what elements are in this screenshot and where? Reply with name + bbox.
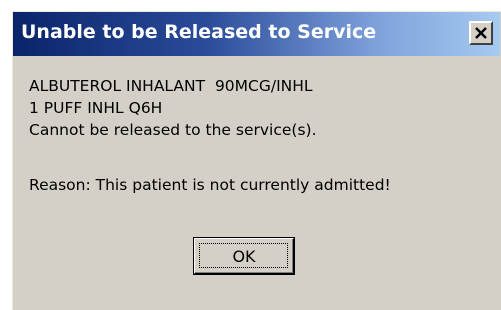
ok-button[interactable]: OK [194, 238, 294, 274]
close-button[interactable] [469, 21, 493, 45]
ok-button-label: OK [232, 246, 256, 266]
dialog-titlebar[interactable]: Unable to be Released to Service [13, 12, 500, 56]
dialog-window: Unable to be Released to Service ALBUTER… [12, 11, 501, 310]
message-status-line: Cannot be released to the service(s). [29, 121, 317, 139]
dialog-title: Unable to be Released to Service [21, 21, 377, 43]
message-dose-line: 1 PUFF INHL Q6H [29, 99, 163, 117]
message-reason-line: Reason: This patient is not currently ad… [29, 176, 391, 194]
message-drug-line: ALBUTEROL INHALANT 90MCG/INHL [29, 77, 313, 95]
close-icon [475, 27, 487, 39]
